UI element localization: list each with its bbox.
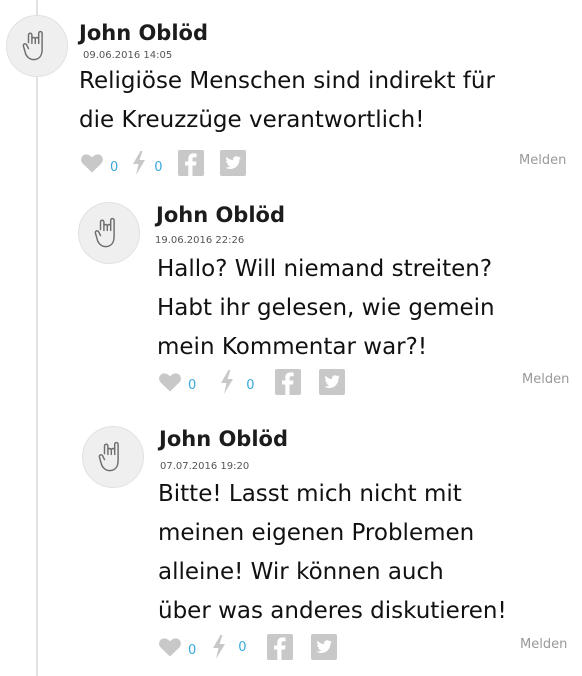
like-count: 0 [188, 642, 197, 658]
flash-count: 0 [238, 639, 247, 655]
twitter-share-button[interactable] [310, 634, 337, 660]
facebook-icon [266, 634, 293, 660]
report-link[interactable]: Melden [520, 637, 567, 652]
comment: John Oblöd 07.07.2016 19:20 Bitte! Lasst… [0, 0, 582, 676]
comment-author: John Oblöd [159, 427, 288, 451]
heart-icon [159, 638, 181, 657]
comment-actions: 0 0 [158, 634, 337, 660]
facebook-share-button[interactable] [266, 634, 293, 660]
twitter-icon [310, 634, 337, 660]
comment-text: Bitte! Lasst mich nicht mit meinen eigen… [158, 481, 507, 624]
like-button[interactable]: 0 [158, 636, 196, 658]
comment-date: 07.07.2016 19:20 [160, 461, 250, 472]
lightning-icon [213, 635, 226, 659]
avatar[interactable] [82, 426, 144, 488]
flash-button[interactable]: 0 [210, 634, 247, 660]
rock-hand-icon [98, 441, 119, 472]
